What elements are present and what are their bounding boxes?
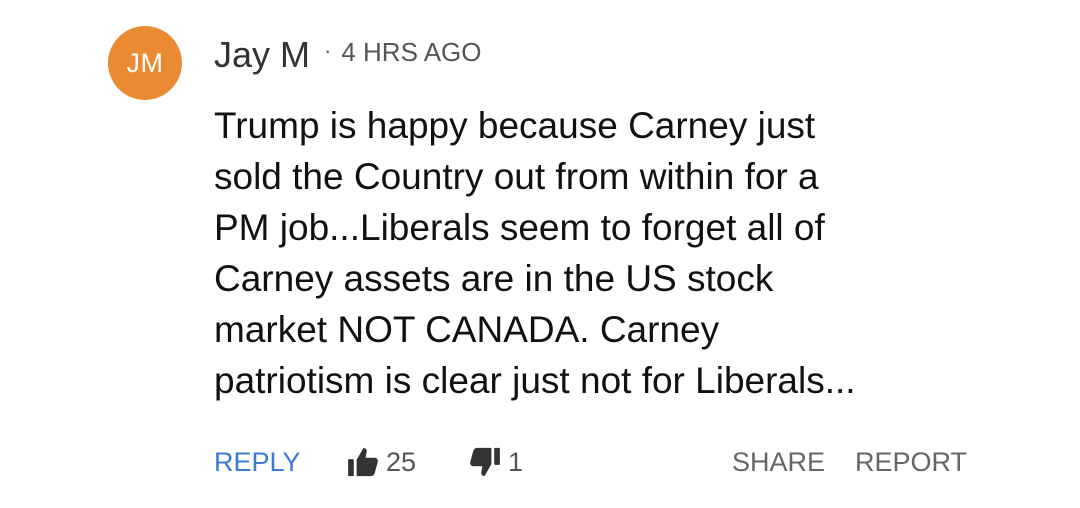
comment-line: market NOT CANADA. Carney <box>214 309 720 350</box>
comment-line: Carney assets are in the US stock <box>214 258 774 299</box>
comment-line: patriotism is clear just not for Liberal… <box>214 360 856 401</box>
author-name[interactable]: Jay M <box>214 34 310 76</box>
dislike-button[interactable]: 1 <box>468 440 523 484</box>
comment-line: sold the Country out from within for a <box>214 156 819 197</box>
like-count: 25 <box>386 446 417 477</box>
report-label: REPORT <box>855 446 968 477</box>
avatar[interactable]: JM <box>108 26 182 100</box>
comment-body: Trump is happy because Carney just sold … <box>214 100 1014 406</box>
header-separator: · <box>324 38 332 63</box>
reply-label: REPLY <box>214 446 301 477</box>
timestamp: 4 HRS AGO <box>341 36 482 67</box>
comment-line: PM job...Liberals seem to forget all of <box>214 207 825 248</box>
comment-header: Jay M · 4 HRS AGO <box>214 30 482 80</box>
reply-button[interactable]: REPLY <box>214 440 301 484</box>
comment-line: Trump is happy because Carney just <box>214 105 816 146</box>
report-button[interactable]: REPORT <box>855 440 967 484</box>
share-button[interactable]: SHARE <box>732 440 825 484</box>
comment-card: JM Jay M · 4 HRS AGO Trump is happy beca… <box>0 0 1080 508</box>
share-label: SHARE <box>732 446 826 477</box>
like-button[interactable]: 25 <box>346 440 416 484</box>
thumbs-down-icon <box>468 445 502 479</box>
comment-actions: REPLY 25 1 SHARE REPORT <box>214 440 974 484</box>
dislike-count: 1 <box>508 446 524 477</box>
thumbs-up-icon <box>346 445 380 479</box>
